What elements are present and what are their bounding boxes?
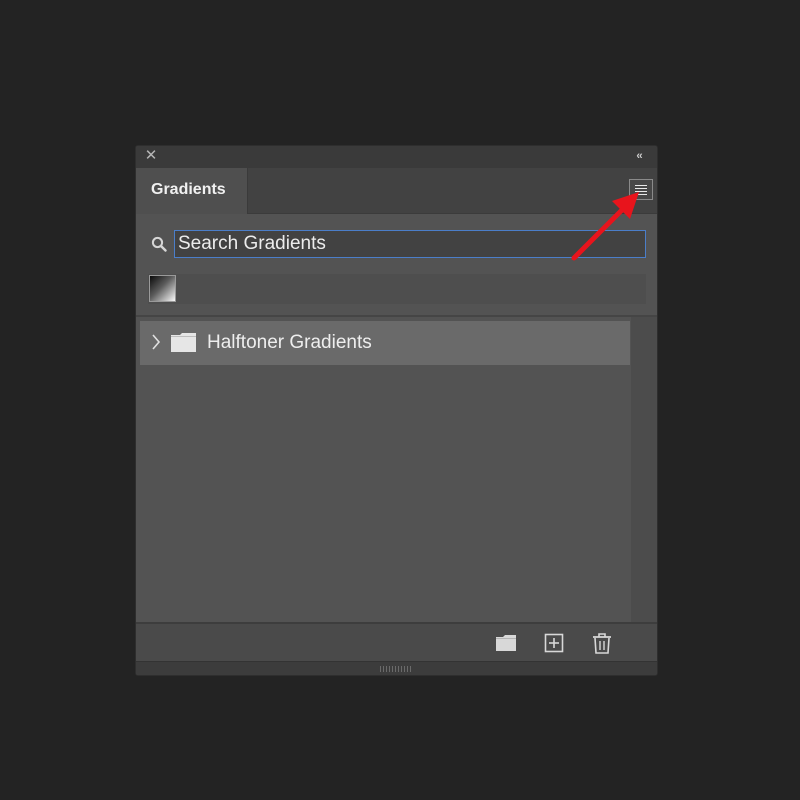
close-icon[interactable]: ✕ — [144, 148, 158, 163]
resize-grip[interactable] — [136, 661, 657, 675]
panel-content: Halftoner Gradients — [136, 214, 657, 622]
gradient-list: Halftoner Gradients — [136, 317, 657, 622]
search-icon — [151, 236, 167, 252]
list-item[interactable]: Halftoner Gradients — [140, 321, 630, 365]
chevron-right-icon[interactable] — [151, 334, 161, 350]
panel-title-bar[interactable]: ✕ ‹‹ — [136, 146, 657, 168]
recent-gradient-swatch[interactable] — [149, 275, 176, 302]
new-group-icon[interactable] — [494, 632, 518, 654]
screenshot-background: ✕ ‹‹ Gradients Search Gradients Halftone… — [0, 0, 800, 800]
new-gradient-icon[interactable] — [542, 632, 566, 654]
recent-gradients-strip — [148, 274, 646, 304]
tab-gradients-label: Gradients — [151, 181, 226, 198]
delete-icon[interactable] — [590, 632, 614, 654]
tab-gradients[interactable]: Gradients — [136, 168, 248, 214]
list-item-label: Halftoner Gradients — [207, 332, 372, 353]
scrollbar[interactable] — [631, 317, 657, 622]
collapse-panel-icon[interactable]: ‹‹ — [631, 148, 647, 164]
folder-icon — [171, 333, 196, 352]
panel-footer — [136, 622, 657, 662]
grip-handle-icon[interactable] — [380, 666, 412, 672]
annotation-arrow-icon — [571, 192, 639, 261]
